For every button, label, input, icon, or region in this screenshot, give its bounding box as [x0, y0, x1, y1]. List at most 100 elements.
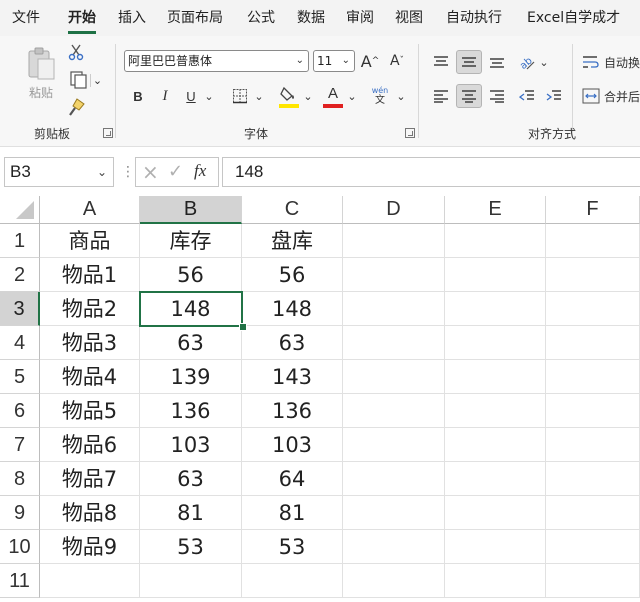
- cell-d10[interactable]: [343, 530, 445, 564]
- cell-b1[interactable]: 库存: [140, 224, 242, 258]
- chevron-down-icon[interactable]: ⌄: [395, 85, 407, 107]
- cell-c11[interactable]: [242, 564, 343, 598]
- row-header-2[interactable]: 2: [0, 258, 40, 292]
- bold-button[interactable]: B: [128, 85, 148, 107]
- paste-button[interactable]: 粘贴: [18, 42, 64, 104]
- merge-center-button[interactable]: 合并后: [582, 84, 640, 108]
- align-left-button[interactable]: [429, 84, 453, 108]
- enter-icon[interactable]: ✓: [168, 161, 183, 182]
- name-box[interactable]: B3 ⌄: [4, 157, 114, 187]
- cell-f9[interactable]: [546, 496, 640, 530]
- column-header-d[interactable]: D: [343, 196, 445, 224]
- cell-f5[interactable]: [546, 360, 640, 394]
- cell-e9[interactable]: [445, 496, 546, 530]
- cell-a1[interactable]: 商品: [40, 224, 140, 258]
- cell-a4[interactable]: 物品3: [40, 326, 140, 360]
- cell-f1[interactable]: [546, 224, 640, 258]
- cell-e8[interactable]: [445, 462, 546, 496]
- cell-f3[interactable]: [546, 292, 640, 326]
- align-right-button[interactable]: [485, 84, 509, 108]
- cell-f4[interactable]: [546, 326, 640, 360]
- menu-tab-custom[interactable]: Excel自学成才: [527, 0, 620, 36]
- cell-b2[interactable]: 56: [140, 258, 242, 292]
- chevron-down-icon[interactable]: ⌄: [302, 85, 314, 107]
- cell-f7[interactable]: [546, 428, 640, 462]
- chevron-down-icon[interactable]: ⌄: [203, 85, 215, 107]
- cell-c1[interactable]: 盘库: [242, 224, 343, 258]
- cell-a6[interactable]: 物品5: [40, 394, 140, 428]
- font-dialog-launcher[interactable]: [405, 128, 415, 138]
- cell-c2[interactable]: 56: [242, 258, 343, 292]
- row-header-3[interactable]: 3: [0, 292, 40, 326]
- font-size-select[interactable]: 11 ⌄: [313, 50, 355, 72]
- cell-d8[interactable]: [343, 462, 445, 496]
- grow-font-button[interactable]: A ^: [359, 50, 381, 72]
- cell-d6[interactable]: [343, 394, 445, 428]
- cell-f6[interactable]: [546, 394, 640, 428]
- insert-function-icon[interactable]: fx: [194, 161, 206, 181]
- cell-b4[interactable]: 63: [140, 326, 242, 360]
- menu-tab-review[interactable]: 审阅: [346, 0, 374, 36]
- underline-button[interactable]: U: [181, 85, 201, 107]
- cell-d7[interactable]: [343, 428, 445, 462]
- borders-button[interactable]: [229, 85, 251, 107]
- cell-d11[interactable]: [343, 564, 445, 598]
- shrink-font-button[interactable]: Aˇ: [386, 50, 408, 72]
- cell-a2[interactable]: 物品1: [40, 258, 140, 292]
- phonetic-button[interactable]: wén 文: [366, 82, 394, 110]
- cell-f11[interactable]: [546, 564, 640, 598]
- align-bottom-button[interactable]: [485, 50, 509, 74]
- cell-f8[interactable]: [546, 462, 640, 496]
- chevron-down-icon[interactable]: ⌄: [346, 85, 358, 107]
- column-header-a[interactable]: A: [40, 196, 140, 224]
- formula-input[interactable]: 148: [222, 157, 640, 187]
- row-header-1[interactable]: 1: [0, 224, 40, 258]
- menu-tab-automate[interactable]: 自动执行: [446, 0, 502, 36]
- menu-tab-data[interactable]: 数据: [297, 0, 325, 36]
- formula-bar-grip[interactable]: ⋮: [121, 161, 135, 183]
- menu-tab-insert[interactable]: 插入: [118, 0, 146, 36]
- chevron-down-icon[interactable]: ⌄: [253, 85, 265, 107]
- cell-a10[interactable]: 物品9: [40, 530, 140, 564]
- cell-f2[interactable]: [546, 258, 640, 292]
- cell-a9[interactable]: 物品8: [40, 496, 140, 530]
- copy-button[interactable]: ⌄: [64, 69, 106, 91]
- cell-c10[interactable]: 53: [242, 530, 343, 564]
- cell-d9[interactable]: [343, 496, 445, 530]
- column-header-c[interactable]: C: [242, 196, 343, 224]
- cut-button[interactable]: [66, 42, 86, 62]
- row-header-5[interactable]: 5: [0, 360, 40, 394]
- cell-e1[interactable]: [445, 224, 546, 258]
- row-header-6[interactable]: 6: [0, 394, 40, 428]
- cell-f10[interactable]: [546, 530, 640, 564]
- align-center-button[interactable]: [456, 84, 482, 108]
- cell-a8[interactable]: 物品7: [40, 462, 140, 496]
- chevron-down-icon[interactable]: ⌄: [538, 50, 550, 74]
- increase-indent-button[interactable]: [542, 84, 566, 108]
- select-all-button[interactable]: [0, 196, 40, 224]
- cell-c6[interactable]: 136: [242, 394, 343, 428]
- italic-button[interactable]: I: [155, 85, 175, 107]
- cell-a11[interactable]: [40, 564, 140, 598]
- cell-c7[interactable]: 103: [242, 428, 343, 462]
- cell-b11[interactable]: [140, 564, 242, 598]
- column-header-b[interactable]: B: [140, 196, 242, 224]
- menu-tab-formulas[interactable]: 公式: [247, 0, 275, 36]
- column-header-f[interactable]: F: [546, 196, 640, 224]
- cell-b10[interactable]: 53: [140, 530, 242, 564]
- fill-color-button[interactable]: [278, 83, 300, 109]
- cell-b7[interactable]: 103: [140, 428, 242, 462]
- cell-d1[interactable]: [343, 224, 445, 258]
- menu-tab-page-layout[interactable]: 页面布局: [167, 0, 223, 36]
- align-middle-button[interactable]: [456, 50, 482, 74]
- cell-c9[interactable]: 81: [242, 496, 343, 530]
- row-header-7[interactable]: 7: [0, 428, 40, 462]
- cell-e3[interactable]: [445, 292, 546, 326]
- row-header-4[interactable]: 4: [0, 326, 40, 360]
- clipboard-dialog-launcher[interactable]: [103, 128, 113, 138]
- cell-c3[interactable]: 148: [242, 292, 343, 326]
- font-color-button[interactable]: A: [322, 83, 344, 109]
- cell-e2[interactable]: [445, 258, 546, 292]
- cell-e4[interactable]: [445, 326, 546, 360]
- cell-d3[interactable]: [343, 292, 445, 326]
